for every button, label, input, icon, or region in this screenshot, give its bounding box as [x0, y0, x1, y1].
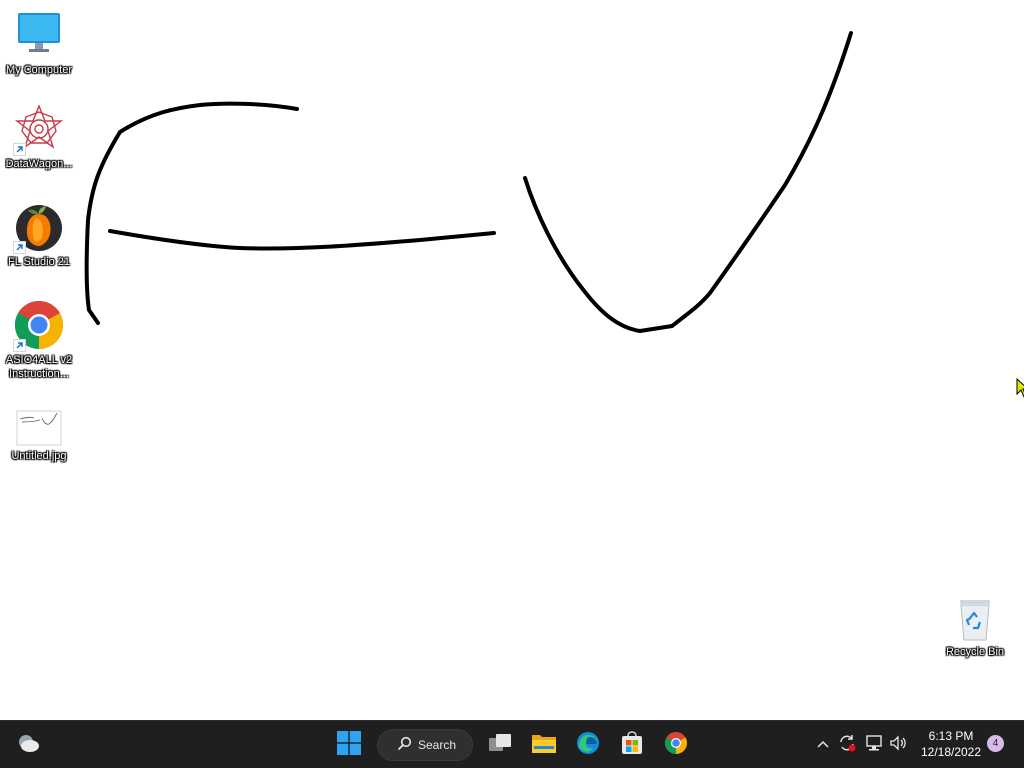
- shortcut-arrow-icon: [13, 339, 26, 352]
- network-button[interactable]: [863, 733, 885, 757]
- monitor-icon: [14, 10, 64, 60]
- store-icon: [621, 730, 643, 760]
- file-explorer-button[interactable]: [524, 727, 564, 763]
- widgets-button[interactable]: [8, 727, 48, 763]
- clock-date: 12/18/2022: [920, 745, 982, 759]
- desktop-icon-label: DataWagon...: [5, 158, 73, 170]
- start-button[interactable]: [329, 727, 369, 763]
- desktop-icon-untitled-jpg[interactable]: Untitled.jpg: [0, 410, 78, 463]
- drawn-stroke-v: [523, 31, 853, 333]
- datawagon-icon: [13, 104, 64, 156]
- file-explorer-icon: [531, 732, 557, 759]
- edge-icon: [576, 731, 600, 760]
- recycle-bin-icon: [955, 598, 995, 642]
- desktop-icon-my-computer[interactable]: My Computer: [0, 10, 78, 77]
- desktop-icon-label: ASIO4ALL v2 Instruction...: [5, 354, 73, 380]
- chrome-taskbar-button[interactable]: [656, 727, 696, 763]
- taskbar: Search 6:13 PM 12/18/2022: [0, 720, 1024, 768]
- desktop-icon-datawagon[interactable]: DataWagon...: [0, 104, 78, 171]
- desktop-icon-recycle-bin[interactable]: Recycle Bin: [936, 598, 1014, 659]
- task-view-button[interactable]: [480, 727, 520, 763]
- volume-button[interactable]: [888, 733, 910, 757]
- desktop-icon-label: Untitled.jpg: [11, 450, 67, 462]
- search-icon: [398, 736, 412, 755]
- start-icon: [337, 730, 361, 760]
- sync-icon: [837, 733, 857, 758]
- store-button[interactable]: [612, 727, 652, 763]
- search-label: Search: [418, 738, 457, 752]
- task-view-icon: [488, 733, 512, 758]
- chrome-icon: [13, 300, 64, 352]
- desktop-icon-label: Recycle Bin: [945, 646, 1005, 658]
- desktop-icon-label: FL Studio 21: [8, 256, 70, 268]
- edge-button[interactable]: [568, 727, 608, 763]
- fl-studio-icon: [13, 202, 64, 254]
- volume-icon: [889, 734, 909, 757]
- shortcut-arrow-icon: [13, 241, 26, 254]
- desktop-icon-asio4all[interactable]: ASIO4ALL v2 Instruction...: [0, 300, 78, 381]
- drawn-stroke-f-bar: [108, 229, 496, 251]
- chevron-up-icon: [816, 736, 830, 754]
- sync-status-button[interactable]: [836, 733, 858, 757]
- desktop[interactable]: My Computer DataWagon... FL Studio 21 AS…: [0, 0, 1024, 720]
- wallpaper-drawing: [84, 31, 853, 333]
- clock[interactable]: 6:13 PM 12/18/2022: [914, 728, 988, 760]
- mouse-cursor-icon: [1016, 377, 1024, 403]
- image-file-icon: [16, 410, 62, 446]
- desktop-icon-fl-studio[interactable]: FL Studio 21: [0, 202, 78, 269]
- network-icon: [864, 734, 884, 757]
- desktop-icon-label: My Computer: [5, 64, 73, 76]
- notification-badge[interactable]: 4: [987, 735, 1004, 752]
- taskbar-search-button[interactable]: Search: [377, 729, 473, 761]
- shortcut-arrow-icon: [13, 143, 26, 156]
- weather-cloud-icon: [15, 732, 41, 759]
- chrome-icon: [664, 731, 688, 760]
- clock-time: 6:13 PM: [928, 729, 974, 743]
- show-hidden-icons-button[interactable]: [813, 733, 833, 757]
- drawn-stroke-f-curve: [84, 101, 299, 325]
